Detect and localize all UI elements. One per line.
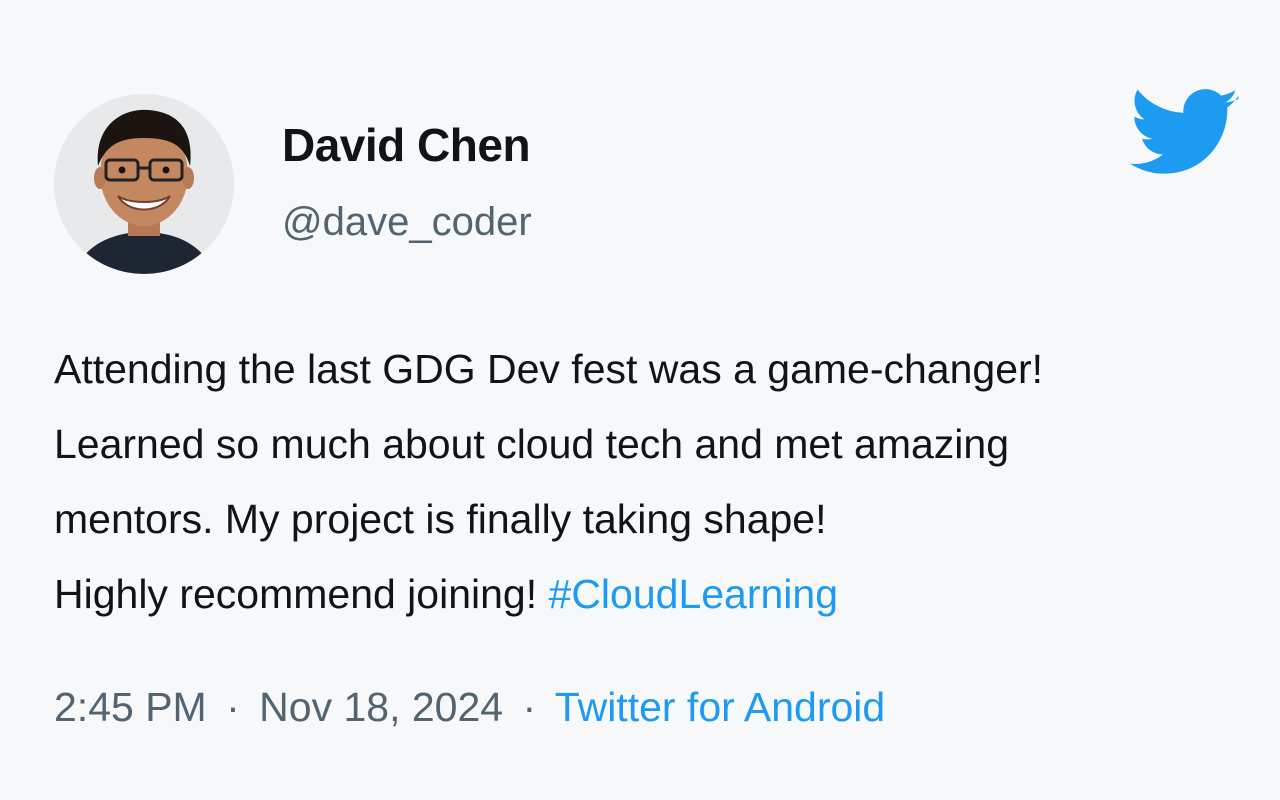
twitter-bird-icon[interactable] xyxy=(1130,88,1240,180)
separator-dot: · xyxy=(522,684,537,730)
tweet-line: Attending the last GDG Dev fest was a ga… xyxy=(54,346,1044,392)
avatar[interactable] xyxy=(54,94,234,274)
separator-dot: · xyxy=(226,684,240,730)
profile-photo xyxy=(54,94,234,274)
tweet-text: Attending the last GDG Dev fest was a ga… xyxy=(54,332,1264,632)
hashtag-link[interactable]: #CloudLearning xyxy=(549,571,839,617)
tweet-source-link[interactable]: Twitter for Android xyxy=(555,684,885,730)
author-handle[interactable]: @dave_coder xyxy=(282,200,532,245)
tweet-line-last: Highly recommend joining! #CloudLearning xyxy=(54,557,1264,632)
author-display-name[interactable]: David Chen xyxy=(282,118,531,172)
tweet-time[interactable]: 2:45 PM xyxy=(54,684,207,730)
tweet-line: Learned so much about cloud tech and met… xyxy=(54,421,1009,467)
tweet-line: mentors. My project is finally taking sh… xyxy=(54,496,827,542)
tweet-metadata: 2:45 PM · Nov 18, 2024 · Twitter for And… xyxy=(54,684,885,731)
tweet-date[interactable]: Nov 18, 2024 xyxy=(259,684,503,730)
tweet-line-text: Highly recommend joining! xyxy=(54,571,549,617)
tweet-card: David Chen @dave_coder Attending the las… xyxy=(0,0,1280,800)
